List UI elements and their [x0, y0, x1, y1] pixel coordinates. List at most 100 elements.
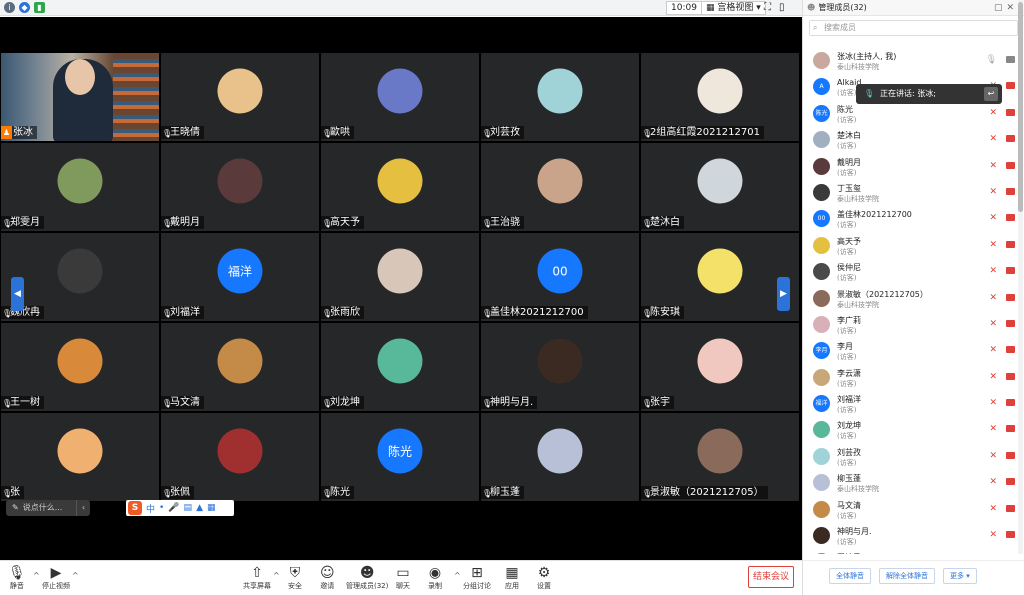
member-row[interactable]: 李云潇 (访客) ✕	[803, 365, 1019, 391]
fullscreen-icon[interactable]: ⛶	[764, 2, 771, 13]
host-video-tile[interactable]: ♟ 张冰	[0, 52, 160, 142]
ime-keyboard-icon[interactable]: ▤	[184, 503, 193, 513]
chat-button[interactable]: ▭ 聊天	[396, 564, 410, 591]
more-button[interactable]: 更多 ▾	[943, 568, 977, 584]
ime-toolbar[interactable]: S 中 • 🎤 ▤ ▲ ▦	[126, 500, 234, 516]
participant-tile[interactable]: 🎙王治骁	[480, 142, 640, 232]
camera-off-icon[interactable]	[1006, 531, 1015, 539]
member-search-input[interactable]: ⌕ 搜索成员	[809, 20, 1018, 36]
manage-members-button[interactable]: ☻ 管理成员(32)	[346, 564, 388, 591]
participant-tile[interactable]: 🎙刘芸孜	[480, 52, 640, 142]
reply-icon[interactable]: ↩	[984, 87, 998, 101]
camera-off-icon[interactable]	[1006, 135, 1015, 143]
participant-tile[interactable]: 🎙王一树	[0, 322, 160, 412]
participant-tile[interactable]: 🎙张宇	[640, 322, 800, 412]
sidebar-toggle-icon[interactable]: ▯	[779, 2, 785, 13]
video-options-caret[interactable]: ^	[72, 571, 79, 580]
microphone-muted-icon[interactable]: ✕	[989, 134, 997, 144]
ime-skin-icon[interactable]: ▲	[196, 503, 203, 513]
view-mode-dropdown[interactable]: ▦ 宫格视图 ▾	[701, 1, 766, 15]
participant-tile[interactable]: 🎙张佩	[160, 412, 320, 502]
member-row[interactable]: 00 盖佳林2021212700 (访客) ✕	[803, 206, 1019, 232]
participant-tile[interactable]: 🎙柳玉蓬	[480, 412, 640, 502]
camera-icon[interactable]	[1006, 56, 1015, 63]
member-row[interactable]: 高天予 (访客) ✕	[803, 233, 1019, 259]
member-row[interactable]: 李月 李月 (访客) ✕	[803, 338, 1019, 364]
participant-tile[interactable]: 🎙王晓倩	[160, 52, 320, 142]
camera-off-icon[interactable]	[1006, 240, 1015, 248]
member-row[interactable]: 丁玉玺 泰山科技学院 ✕	[803, 180, 1019, 206]
participant-tile[interactable]: 🎙神明与月.	[480, 322, 640, 412]
participant-tile[interactable]: 🎙张	[0, 412, 160, 502]
participant-tile[interactable]: 🎙马文清	[160, 322, 320, 412]
participant-tile[interactable]: 🎙刘龙坤	[320, 322, 480, 412]
mute-button[interactable]: 🎙 静音	[8, 564, 26, 591]
microphone-muted-icon[interactable]: ✕	[989, 187, 997, 197]
invite-button[interactable]: ☺ 邀请	[320, 564, 335, 591]
share-screen-button[interactable]: ⇧ 共享屏幕	[243, 564, 271, 591]
microphone-muted-icon[interactable]: ✕	[989, 345, 997, 355]
participant-tile[interactable]: 00 🎙盖佳林2021212700	[480, 232, 640, 322]
member-row[interactable]: 王锦重(访客)✕	[803, 549, 1019, 554]
member-row[interactable]: 神明与月. (访客) ✕	[803, 523, 1019, 549]
participant-tile[interactable]: 🎙景淑敏（2021212705）	[640, 412, 800, 502]
participant-tile[interactable]: 🎙2组高红霞2021212701	[640, 52, 800, 142]
member-row[interactable]: 侯仲尼 (访客) ✕	[803, 259, 1019, 285]
microphone-muted-icon[interactable]: ✕	[989, 319, 997, 329]
ime-menu-icon[interactable]: ▦	[207, 503, 216, 513]
share-options-caret[interactable]: ^	[273, 571, 280, 580]
camera-off-icon[interactable]	[1006, 399, 1015, 407]
camera-off-icon[interactable]	[1006, 161, 1015, 169]
record-options-caret[interactable]: ^	[454, 571, 461, 580]
member-row[interactable]: 刘龙坤 (访客) ✕	[803, 417, 1019, 443]
camera-off-icon[interactable]	[1006, 293, 1015, 301]
ime-punct-icon[interactable]: •	[159, 503, 164, 513]
microphone-muted-icon[interactable]: ✕	[989, 372, 997, 382]
member-row[interactable]: 景淑敏（2021212705） 泰山科技学院 ✕	[803, 286, 1019, 312]
microphone-muted-icon[interactable]: ✕	[989, 477, 997, 487]
collapse-icon[interactable]: ‹	[76, 500, 90, 516]
info-icon[interactable]: i	[4, 2, 15, 13]
next-page-button[interactable]: ▶	[777, 277, 790, 311]
camera-off-icon[interactable]	[1006, 346, 1015, 354]
mute-options-caret[interactable]: ^	[33, 571, 40, 580]
ime-chinese-icon[interactable]: 中	[146, 502, 155, 515]
camera-off-icon[interactable]	[1006, 372, 1015, 380]
member-row[interactable]: 福洋 刘福洋 (访客) ✕	[803, 391, 1019, 417]
microphone-muted-icon[interactable]: ✕	[989, 293, 997, 303]
microphone-muted-icon[interactable]: ✕	[989, 266, 997, 276]
member-row[interactable]: 陈光 陈光 (访客) ✕	[803, 101, 1019, 127]
participant-tile[interactable]: 🎙张雨欣	[320, 232, 480, 322]
mute-all-button[interactable]: 全体静音	[829, 568, 871, 584]
participant-tile[interactable]: 🎙高天予	[320, 142, 480, 232]
settings-button[interactable]: ⚙ 设置	[537, 564, 551, 591]
member-row[interactable]: 张冰(主持人, 我) 泰山科技学院 🎙	[803, 48, 1019, 74]
camera-off-icon[interactable]	[1006, 267, 1015, 275]
member-row[interactable]: 刘芸孜 (访客) ✕	[803, 444, 1019, 470]
member-row[interactable]: 马文清 (访客) ✕	[803, 497, 1019, 523]
camera-off-icon[interactable]	[1006, 187, 1015, 195]
security-button[interactable]: ⛨ 安全	[288, 564, 302, 591]
member-row[interactable]: 戴明月 (访客) ✕	[803, 154, 1019, 180]
camera-off-icon[interactable]	[1006, 214, 1015, 222]
chat-input[interactable]: ✎ 说点什么... ‹	[6, 500, 90, 516]
microphone-muted-icon[interactable]: ✕	[989, 530, 997, 540]
camera-off-icon[interactable]	[1006, 82, 1015, 90]
participant-tile[interactable]: 🎙楚沐白	[640, 142, 800, 232]
microphone-muted-icon[interactable]: ✕	[989, 424, 997, 434]
camera-off-icon[interactable]	[1006, 108, 1015, 116]
unmute-all-button[interactable]: 解除全体静音	[879, 568, 935, 584]
microphone-muted-icon[interactable]: ✕	[989, 108, 997, 118]
participant-tile[interactable]: 🎙歐哄	[320, 52, 480, 142]
prev-page-button[interactable]: ◀	[11, 277, 24, 311]
camera-off-icon[interactable]	[1006, 425, 1015, 433]
ime-mic-icon[interactable]: 🎤	[168, 503, 179, 513]
end-meeting-button[interactable]: 结束会议	[748, 566, 794, 588]
member-row[interactable]: 李广莉 (访客) ✕	[803, 312, 1019, 338]
microphone-muted-icon[interactable]: ✕	[989, 451, 997, 461]
sogou-icon[interactable]: S	[128, 501, 142, 515]
microphone-muted-icon[interactable]: ✕	[989, 504, 997, 514]
stop-video-button[interactable]: ▶ 停止视频	[42, 564, 70, 591]
camera-off-icon[interactable]	[1006, 504, 1015, 512]
microphone-icon[interactable]: 🎙	[986, 55, 997, 65]
